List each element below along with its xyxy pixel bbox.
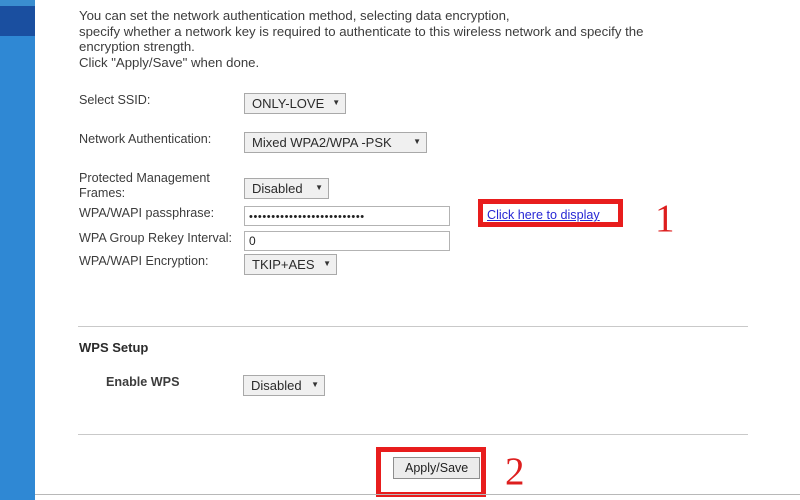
divider-above-apply [78,434,748,435]
highlight-box-reveal-passphrase [478,199,623,227]
label-wpa-passphrase: WPA/WAPI passphrase: [79,206,215,220]
enable-wps-dropdown[interactable]: Disabled ▼ [243,375,325,396]
label-enable-wps: Enable WPS [106,375,243,390]
intro-line-4: Click "Apply/Save" when done. [79,54,260,70]
intro-line-3: encryption strength. [79,39,195,55]
label-network-authentication: Network Authentication: [79,132,212,146]
router-wireless-security-page: You can set the network authentication m… [0,0,800,500]
row-select-ssid: Select SSID: ONLY-LOVE ▼ [79,93,347,114]
wpa-group-rekey-interval-value: 0 [249,234,256,248]
highlight-box-apply-save [376,447,486,497]
label-select-ssid: Select SSID: [79,93,151,107]
bottom-rule [35,494,800,495]
label-wpa-encryption: WPA/WAPI Encryption: [79,254,209,268]
wpa-encryption-value: TKIP+AES [252,257,315,272]
row-wpa-passphrase: WPA/WAPI passphrase: •••••••••••••••••••… [79,206,450,226]
sidebar-rail [0,0,35,500]
row-wpa-group-rekey-interval: WPA Group Rekey Interval: 0 [79,231,450,251]
intro-line-2: specify whether a network key is require… [79,23,644,39]
label-wpa-group-rekey-interval: WPA Group Rekey Interval: [79,231,233,245]
chevron-down-icon: ▼ [413,137,421,146]
wpa-encryption-dropdown[interactable]: TKIP+AES ▼ [244,254,337,275]
page-content: You can set the network authentication m… [35,0,800,500]
row-protected-management-frames: Protected Management Frames: Disabled ▼ [79,171,329,201]
row-wpa-encryption: WPA/WAPI Encryption: TKIP+AES ▼ [79,254,337,275]
intro-description: You can set the network authentication m… [79,8,754,70]
wpa-passphrase-input[interactable]: •••••••••••••••••••••••••• [244,206,450,226]
network-authentication-dropdown[interactable]: Mixed WPA2/WPA -PSK ▼ [244,132,427,153]
chevron-down-icon: ▼ [311,380,319,389]
enable-wps-value: Disabled [251,378,302,393]
chevron-down-icon: ▼ [315,183,323,192]
protected-management-frames-value: Disabled [252,181,303,196]
wpa-passphrase-masked-value: •••••••••••••••••••••••••• [249,211,365,223]
intro-line-1: You can set the network authentication m… [79,8,510,23]
wps-setup-heading: WPS Setup [79,340,149,355]
step-number-1: 1 [655,197,675,240]
select-ssid-value: ONLY-LOVE [252,96,325,111]
label-protected-management-frames: Protected Management Frames: [79,171,210,200]
chevron-down-icon: ▼ [323,259,331,268]
divider-above-wps [78,326,748,327]
network-authentication-value: Mixed WPA2/WPA -PSK [252,135,392,150]
protected-management-frames-dropdown[interactable]: Disabled ▼ [244,178,329,199]
select-ssid-dropdown[interactable]: ONLY-LOVE ▼ [244,93,347,114]
row-network-authentication: Network Authentication: Mixed WPA2/WPA -… [79,132,427,153]
wpa-group-rekey-interval-input[interactable]: 0 [244,231,450,251]
row-enable-wps: Enable WPS Disabled ▼ [106,375,325,396]
label-enable-wps-bold: WPS [150,375,180,389]
sidebar-active-indicator[interactable] [0,6,35,36]
label-enable-wps-plain: Enable [106,375,151,389]
chevron-down-icon: ▼ [332,98,341,107]
step-number-2: 2 [505,450,525,493]
